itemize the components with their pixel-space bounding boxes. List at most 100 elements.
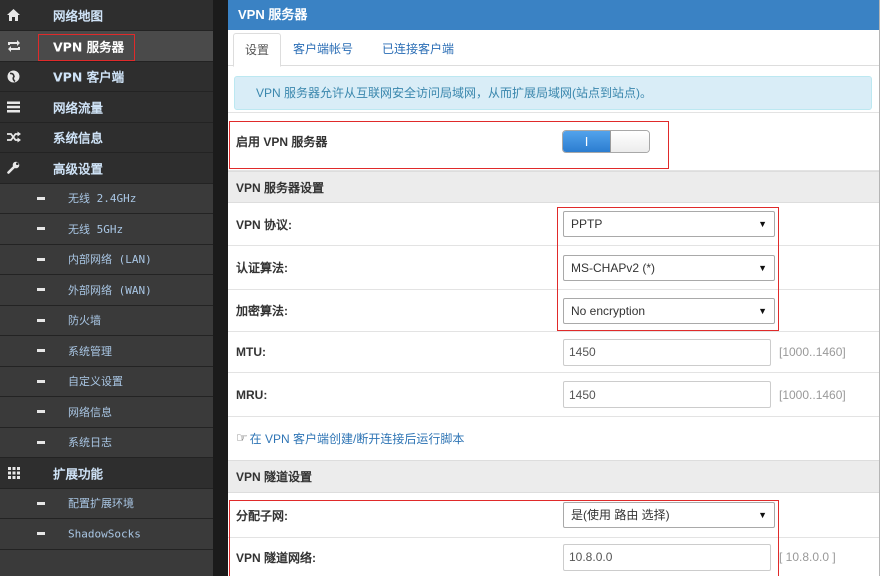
protocol-label: VPN 协议: bbox=[236, 217, 293, 232]
subnet-row: 分配子网: 是(使用 路由 选择) ▼ bbox=[228, 493, 879, 538]
dash-icon bbox=[36, 313, 45, 327]
sidebar-item-label: 无线 2.4GHz bbox=[68, 192, 137, 206]
dash-icon bbox=[36, 374, 45, 388]
dropdown-arrow-icon: ▼ bbox=[758, 305, 767, 316]
encryption-row: 加密算法: No encryption ▼ bbox=[228, 290, 879, 332]
sidebar-item-network-info[interactable]: 网络信息 bbox=[0, 397, 213, 428]
protocol-row: VPN 协议: PPTP ▼ bbox=[228, 203, 879, 246]
tunnel-network-label: VPN 隧道网络: bbox=[236, 550, 317, 565]
sidebar-item-administration[interactable]: 系统管理 bbox=[0, 336, 213, 367]
sidebar-item-label: VPN 客户端 bbox=[53, 69, 125, 85]
sidebar-item-extensions[interactable]: 扩展功能 bbox=[0, 458, 213, 489]
tab-connected-clients[interactable]: 已连接客户端 bbox=[382, 33, 454, 66]
sidebar-item-traffic[interactable]: 网络流量 bbox=[0, 92, 213, 123]
sidebar-item-label: 扩展功能 bbox=[53, 466, 104, 482]
protocol-select[interactable]: PPTP ▼ bbox=[563, 211, 775, 237]
home-icon bbox=[6, 8, 21, 22]
sidebar-item-advanced-settings[interactable]: 高级设置 bbox=[0, 153, 213, 184]
sidebar-divider bbox=[213, 0, 228, 576]
section-title: VPN 服务器设置 bbox=[236, 180, 325, 195]
tab-settings[interactable]: 设置 bbox=[233, 33, 281, 67]
mtu-row: MTU: [1000..1460] bbox=[228, 332, 879, 373]
sidebar-item-label: 防火墙 bbox=[68, 314, 101, 328]
subnet-select[interactable]: 是(使用 路由 选择) ▼ bbox=[563, 502, 775, 528]
mru-label: MRU: bbox=[236, 387, 268, 402]
sidebar-item-label: 内部网络 (LAN) bbox=[68, 253, 152, 267]
mru-range-hint: [1000..1460] bbox=[779, 387, 846, 402]
sidebar-item-wan[interactable]: 外部网络 (WAN) bbox=[0, 275, 213, 306]
sidebar-item-network-map[interactable]: 网络地图 bbox=[0, 0, 213, 31]
run-script-link-text: 在 VPN 客户端创建/断开连接后运行脚本 bbox=[249, 432, 465, 446]
sidebar-item-partial[interactable] bbox=[0, 549, 213, 576]
auth-select[interactable]: MS-CHAPv2 (*) ▼ bbox=[563, 254, 775, 281]
sidebar-item-label: ShadowSocks bbox=[68, 527, 141, 541]
sidebar-item-label: 网络信息 bbox=[68, 405, 112, 419]
sidebar-item-wireless-5g[interactable]: 无线 5GHz bbox=[0, 214, 213, 245]
mru-input[interactable] bbox=[563, 381, 771, 408]
script-link-row: ☞ 在 VPN 客户端创建/断开连接后运行脚本 bbox=[228, 417, 879, 460]
sidebar-item-label: 自定义设置 bbox=[68, 375, 123, 389]
auth-selected-value: MS-CHAPv2 (*) bbox=[571, 260, 656, 275]
sidebar-item-firewall[interactable]: 防火墙 bbox=[0, 305, 213, 336]
shuffle-icon bbox=[6, 130, 21, 144]
dash-icon bbox=[36, 222, 45, 236]
sidebar-item-vpn-server[interactable]: VPN 服务器 bbox=[0, 31, 213, 62]
sidebar-item-wireless-2g[interactable]: 无线 2.4GHz bbox=[0, 183, 213, 214]
server-settings-header: VPN 服务器设置 bbox=[228, 171, 879, 203]
info-alert: VPN 服务器允许从互联网安全访问局域网，从而扩展局域网(站点到站点)。 bbox=[234, 76, 872, 110]
dash-icon bbox=[36, 435, 45, 449]
tunnel-settings-header: VPN 隧道设置 bbox=[228, 460, 879, 493]
sidebar-item-label: 配置扩展环境 bbox=[68, 497, 134, 511]
dash-icon bbox=[36, 405, 45, 419]
encryption-select[interactable]: No encryption ▼ bbox=[563, 297, 775, 324]
sidebar-item-label: 网络地图 bbox=[53, 8, 104, 24]
sidebar-item-system-info[interactable]: 系统信息 bbox=[0, 122, 213, 153]
list-icon bbox=[6, 100, 21, 114]
dash-icon bbox=[36, 527, 45, 541]
run-script-link[interactable]: ☞ 在 VPN 客户端创建/断开连接后运行脚本 bbox=[228, 430, 464, 447]
hand-right-icon: ☞ bbox=[236, 431, 248, 446]
sidebar-item-lan[interactable]: 内部网络 (LAN) bbox=[0, 244, 213, 275]
sidebar-item-label: 无线 5GHz bbox=[68, 222, 124, 236]
enable-server-switch[interactable]: I bbox=[562, 130, 650, 153]
sidebar-item-system-log[interactable]: 系统日志 bbox=[0, 427, 213, 458]
sidebar-item-shadowsocks[interactable]: ShadowSocks bbox=[0, 519, 213, 550]
dropdown-arrow-icon: ▼ bbox=[758, 219, 767, 229]
auth-label: 认证算法: bbox=[236, 261, 288, 275]
sidebar-item-label: VPN 服务器 bbox=[53, 39, 125, 55]
sidebar-item-label: 高级设置 bbox=[53, 161, 104, 177]
sidebar-item-vpn-client[interactable]: VPN 客户端 bbox=[0, 61, 213, 92]
wrench-icon bbox=[6, 161, 21, 175]
encryption-selected-value: No encryption bbox=[571, 303, 646, 318]
retweet-icon bbox=[6, 39, 21, 53]
dropdown-arrow-icon: ▼ bbox=[758, 510, 767, 520]
sidebar-item-label: 外部网络 (WAN) bbox=[68, 283, 152, 297]
dash-icon bbox=[36, 191, 45, 205]
mtu-input[interactable] bbox=[563, 338, 771, 366]
sidebar-item-custom-settings[interactable]: 自定义设置 bbox=[0, 366, 213, 397]
dropdown-arrow-icon: ▼ bbox=[758, 262, 767, 273]
tab-bar: 设置 客户端帐号 已连接客户端 bbox=[228, 30, 879, 67]
auth-row: 认证算法: MS-CHAPv2 (*) ▼ bbox=[228, 246, 879, 290]
encryption-label: 加密算法: bbox=[236, 304, 288, 318]
tab-client-accounts[interactable]: 客户端帐号 bbox=[293, 33, 353, 66]
sidebar: 网络地图 VPN 服务器 VPN 客户端 网络流量 系统信息 高级设置 无线 2… bbox=[0, 0, 213, 576]
tunnel-network-hint: [ 10.8.0.0 ] bbox=[779, 550, 836, 564]
tunnel-network-input[interactable] bbox=[563, 543, 771, 571]
sidebar-item-label: 系统管理 bbox=[68, 344, 112, 358]
dash-icon bbox=[36, 496, 45, 510]
sidebar-item-label: 系统日志 bbox=[68, 436, 112, 450]
sidebar-item-label: 网络流量 bbox=[53, 100, 104, 116]
main-panel: VPN 服务器 设置 客户端帐号 已连接客户端 VPN 服务器允许从互联网安全访… bbox=[228, 0, 880, 576]
dash-icon bbox=[36, 344, 45, 358]
globe-icon bbox=[6, 69, 21, 83]
section-title: VPN 隧道设置 bbox=[236, 470, 313, 484]
mru-row: MRU: [1000..1460] bbox=[228, 373, 879, 417]
mtu-label: MTU: bbox=[236, 345, 266, 359]
sidebar-item-label: 系统信息 bbox=[53, 130, 104, 146]
protocol-selected-value: PPTP bbox=[571, 217, 603, 231]
page-title: VPN 服务器 bbox=[228, 0, 879, 30]
enable-server-row: 启用 VPN 服务器 I bbox=[228, 112, 879, 171]
tunnel-network-row: VPN 隧道网络: [ 10.8.0.0 ] bbox=[228, 538, 879, 576]
sidebar-item-extension-env[interactable]: 配置扩展环境 bbox=[0, 488, 213, 519]
